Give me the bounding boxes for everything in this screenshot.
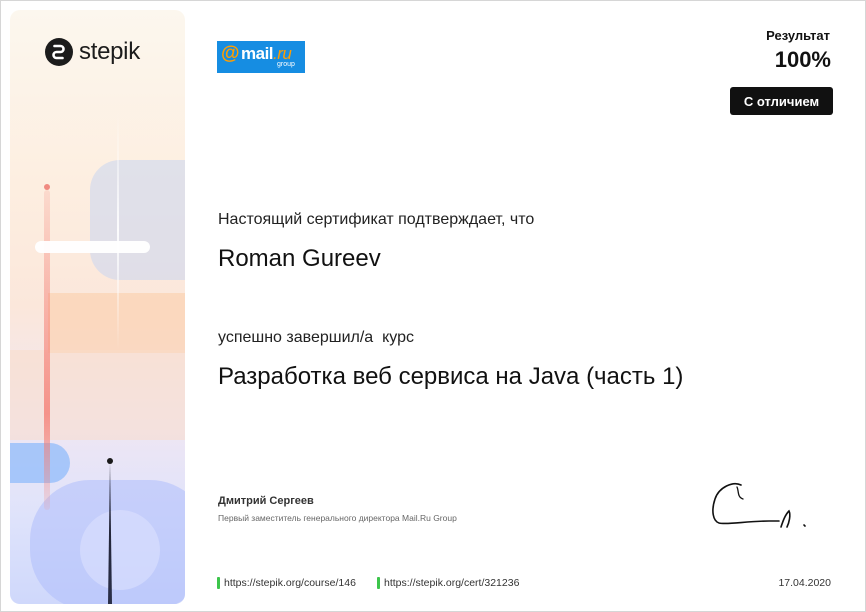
- decor-dot: [44, 184, 50, 190]
- certificate-page: stepik @ mail.ru group Результат 100% С …: [0, 0, 866, 612]
- stepik-logo: stepik: [45, 38, 140, 66]
- decor-shape: [10, 443, 70, 483]
- logo-name: mail: [241, 44, 274, 63]
- signer-role: Первый заместитель генерального директор…: [218, 513, 457, 523]
- decor-bar: [35, 241, 150, 253]
- decor-red-beam: [44, 190, 50, 510]
- confirm-text: Настоящий сертификат подтверждает, что: [218, 211, 535, 228]
- decor-shape: [90, 160, 185, 280]
- course-title: Разработка веб сервиса на Java (часть 1): [218, 363, 684, 390]
- signer-name: Дмитрий Сергеев: [218, 495, 314, 507]
- logo-group: group: [277, 61, 295, 68]
- logo-at: @: [221, 43, 240, 64]
- stepik-icon: [45, 38, 73, 66]
- decor-shape: [80, 510, 160, 590]
- decor-dot: [107, 458, 113, 464]
- signature: [712, 483, 806, 528]
- certificate-link-text[interactable]: https://stepik.org/cert/321236: [384, 577, 519, 589]
- course-link[interactable]: https://stepik.org/course/146: [217, 577, 356, 589]
- result-label: Результат: [766, 28, 830, 43]
- result-value: 100%: [774, 47, 831, 72]
- link-marker: [217, 577, 220, 589]
- decor-light-beam: [117, 110, 119, 350]
- certificate-link[interactable]: https://stepik.org/cert/321236: [377, 577, 519, 589]
- course-link-text[interactable]: https://stepik.org/course/146: [224, 577, 356, 589]
- decor-shape: [10, 350, 185, 440]
- distinction-badge: С отличием: [730, 87, 833, 115]
- issue-date: 17.04.2020: [778, 577, 831, 589]
- mailru-group-logo: @ mail.ru group: [217, 41, 305, 73]
- logo-text: stepik: [79, 38, 140, 65]
- decorative-side-panel: stepik: [10, 10, 185, 604]
- recipient-name: Roman Gureev: [218, 245, 381, 272]
- completed-text: успешно завершил/а курс: [218, 329, 414, 346]
- link-marker: [377, 577, 380, 589]
